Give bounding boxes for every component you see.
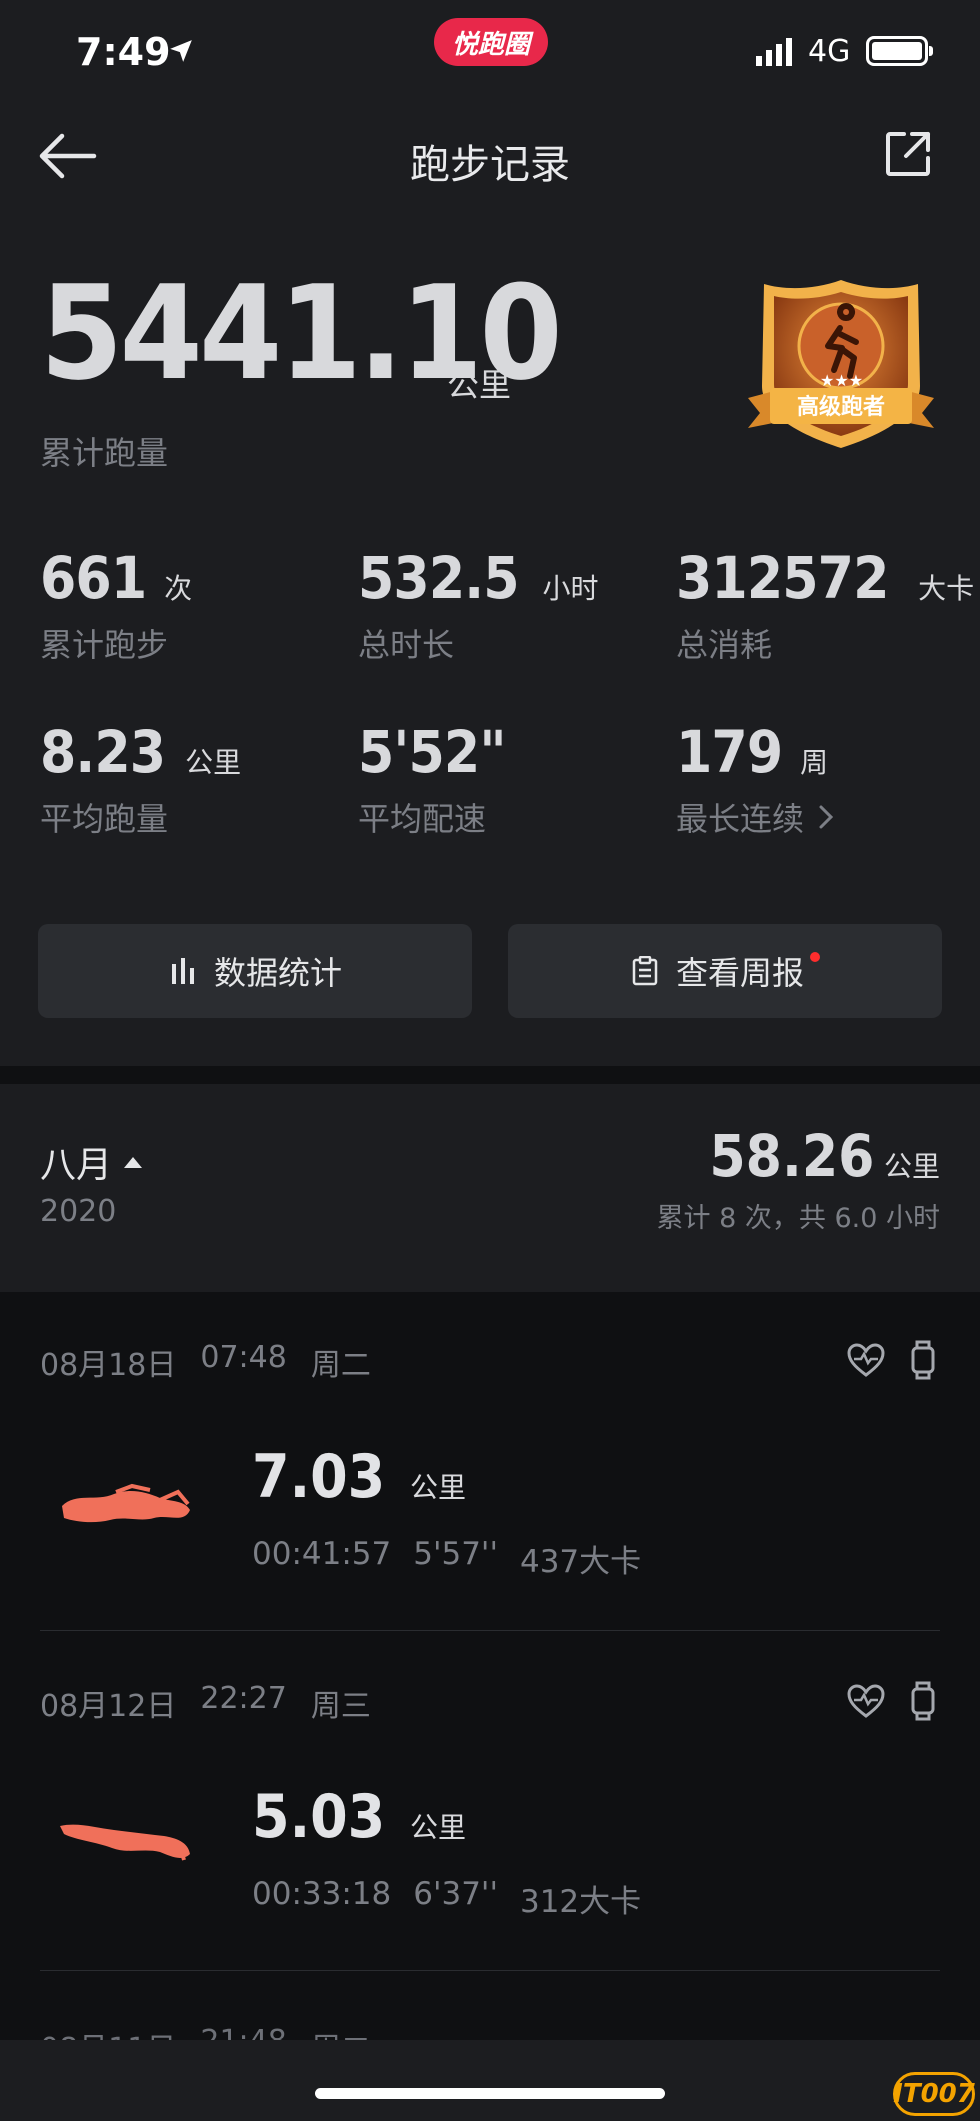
home-indicator[interactable] <box>315 2088 665 2099</box>
run-pace: 5'57'' <box>413 1536 498 1572</box>
svg-text:★★★: ★★★ <box>820 371 863 390</box>
stat-total-calories: 312572 大卡 总消耗 <box>676 544 974 666</box>
run-distance-unit: 公里 <box>410 1471 467 1504</box>
stat-label: 最长连续 <box>676 800 805 838</box>
stat-value: 312572 <box>676 544 889 612</box>
list-divider <box>40 1970 940 1971</box>
stat-unit: 次 <box>164 572 193 605</box>
run-datetime: 08月12日 22:27 周三 <box>40 1681 371 1725</box>
run-metrics: 00:41:57 5'57'' 437大卡 <box>252 1536 641 1581</box>
weekly-report-button[interactable]: 查看周报 <box>508 924 942 1018</box>
runner-level-badge-icon[interactable]: ★★★ 高级跑者 <box>748 276 934 452</box>
stat-value: 661 <box>40 544 147 612</box>
caret-up-icon <box>124 1156 143 1168</box>
stat-unit: 公里 <box>185 746 242 779</box>
status-time: 7:49 <box>76 30 171 74</box>
run-weekday: 周二 <box>310 1348 371 1383</box>
month-total: 58.26 公里 <box>691 1122 940 1190</box>
total-distance-unit: 公里 <box>447 366 512 404</box>
total-distance-label: 累计跑量 <box>40 434 169 472</box>
page-title: 跑步记录 <box>410 142 570 188</box>
run-distance-value: 5.03 <box>252 1782 386 1852</box>
weekly-report-label: 查看周报 <box>675 954 804 992</box>
run-distance-value: 7.03 <box>252 1442 386 1512</box>
run-distance-unit: 公里 <box>410 1811 467 1844</box>
month-name: 八月 <box>40 1145 113 1186</box>
month-total-unit: 公里 <box>883 1150 940 1183</box>
data-statistics-label: 数据统计 <box>213 954 342 992</box>
network-type: 4G <box>808 34 851 69</box>
stat-total-duration: 532.5 小时 总时长 <box>358 544 598 666</box>
battery-icon <box>866 36 933 66</box>
month-total-value: 58.26 <box>708 1122 874 1190</box>
run-date: 08月12日 <box>40 1689 177 1724</box>
run-calories: 312大卡 <box>519 1884 642 1920</box>
month-year: 2020 <box>40 1194 117 1229</box>
badge-label: 高级跑者 <box>797 394 885 420</box>
month-selector[interactable]: 八月 <box>40 1136 143 1188</box>
run-duration: 00:33:18 <box>252 1876 392 1912</box>
stat-label: 总消耗 <box>676 626 773 664</box>
stat-unit: 大卡 <box>918 572 975 605</box>
stat-run-count: 661 次 累计跑步 <box>40 544 192 666</box>
heart-rate-icon <box>847 1684 885 1718</box>
cellular-signal-icon <box>756 38 792 66</box>
chevron-right-icon <box>819 805 834 829</box>
run-datetime: 08月18日 07:48 周二 <box>40 1340 371 1384</box>
run-time: 07:48 <box>200 1340 287 1375</box>
stat-value: 179 <box>676 718 783 786</box>
run-date: 08月18日 <box>40 1348 177 1383</box>
stat-unit: 周 <box>800 746 829 779</box>
heart-rate-icon <box>847 1343 885 1377</box>
stat-longest-streak[interactable]: 179 周 最长连续 <box>676 718 834 840</box>
stat-label-row: 最长连续 <box>676 794 834 840</box>
run-time: 22:27 <box>200 1681 287 1716</box>
route-map-thumbnail <box>60 1824 190 1861</box>
share-icon[interactable] <box>884 130 932 178</box>
stat-label: 总时长 <box>358 626 455 664</box>
run-distance: 5.03 公里 <box>252 1782 466 1852</box>
list-divider <box>40 1630 940 1631</box>
run-duration: 00:41:57 <box>252 1536 392 1572</box>
smartwatch-icon <box>911 1681 935 1721</box>
run-calories: 437大卡 <box>519 1544 642 1580</box>
run-pace: 6'37'' <box>413 1876 498 1912</box>
smartwatch-icon <box>911 1340 935 1380</box>
app-brand-badge: 悦跑圈 <box>434 18 548 66</box>
run-distance: 7.03 公里 <box>252 1442 466 1512</box>
data-statistics-button[interactable]: 数据统计 <box>38 924 472 1018</box>
run-weekday: 周三 <box>310 1689 371 1724</box>
month-summary: 累计 8 次，共 6.0 小时 <box>656 1203 940 1234</box>
stat-label: 平均跑量 <box>40 800 169 838</box>
stat-average-pace: 5'52" 平均配速 <box>358 718 528 840</box>
route-map-thumbnail <box>62 1483 190 1523</box>
clipboard-icon <box>632 956 658 986</box>
stat-average-distance: 8.23 公里 平均跑量 <box>40 718 241 840</box>
watermark-logo: IT007 <box>893 2072 975 2116</box>
stat-value: 532.5 <box>358 544 520 612</box>
stat-value: 5'52" <box>358 718 507 786</box>
stat-unit: 小时 <box>542 572 599 605</box>
new-report-dot <box>810 952 820 962</box>
run-metrics: 00:33:18 6'37'' 312大卡 <box>252 1876 641 1921</box>
stat-label: 累计跑步 <box>40 626 169 664</box>
location-arrow-icon <box>170 40 192 62</box>
stat-label: 平均配速 <box>358 800 487 838</box>
bar-chart-icon <box>171 958 194 984</box>
bottom-bar <box>0 2040 980 2121</box>
stat-value: 8.23 <box>40 718 166 786</box>
